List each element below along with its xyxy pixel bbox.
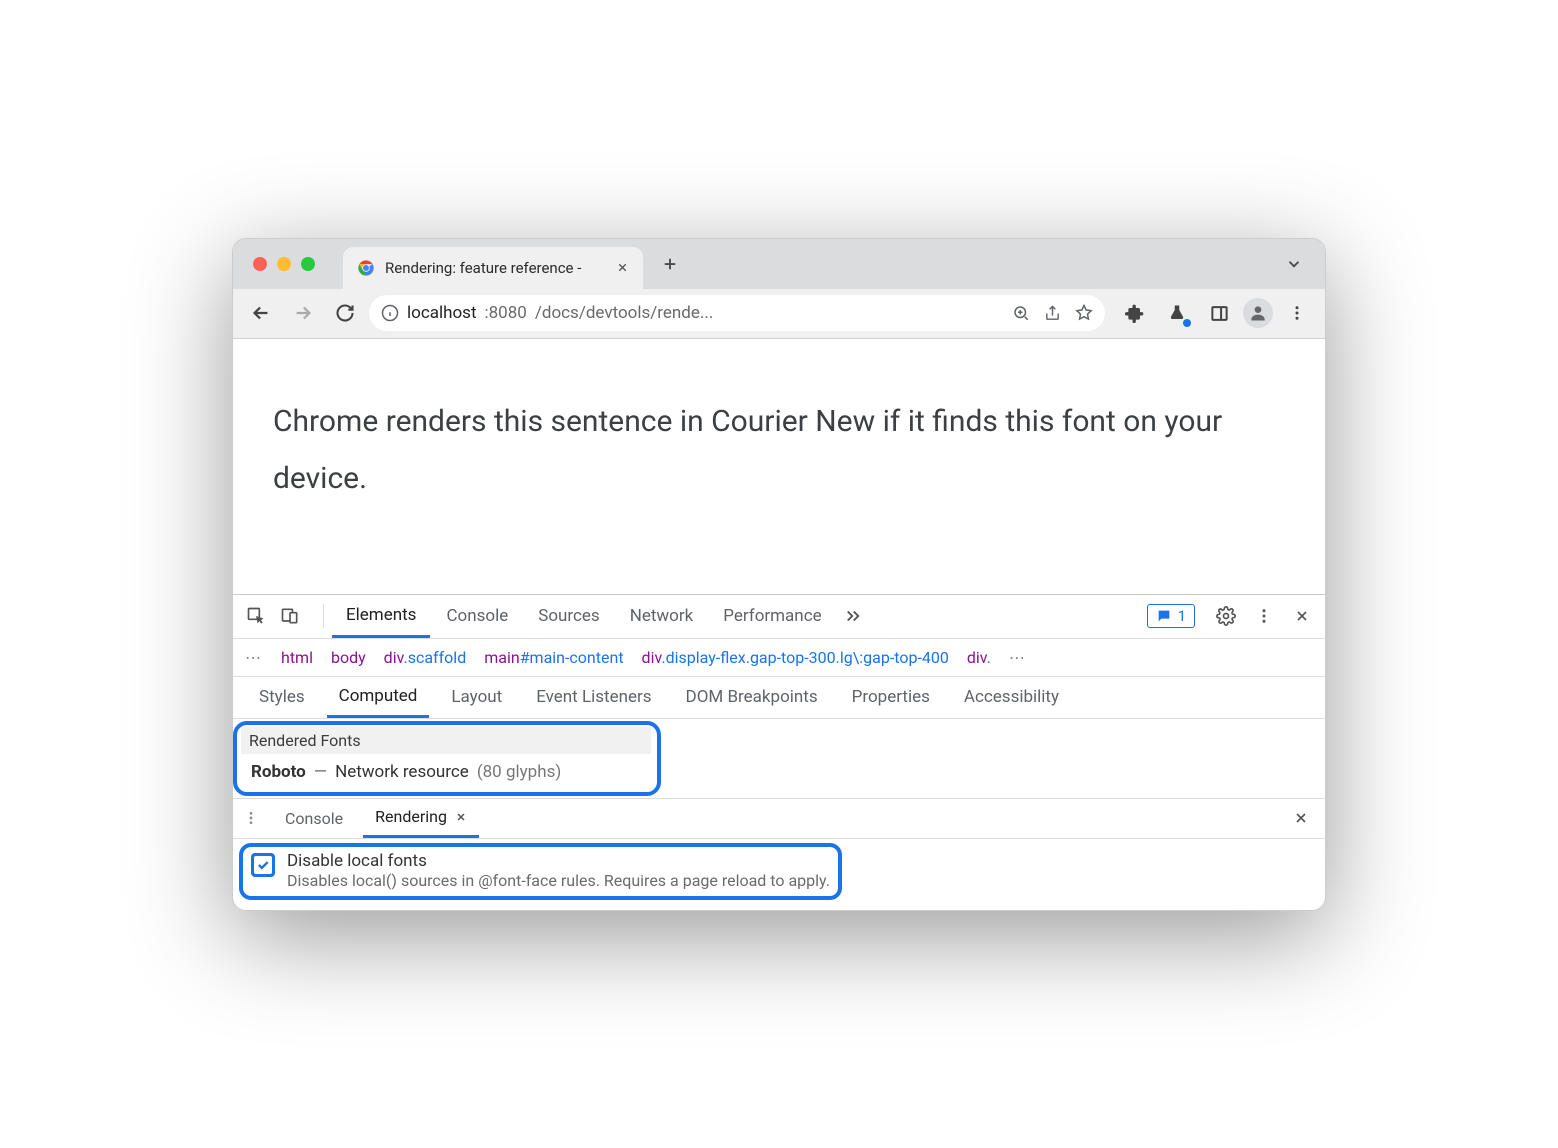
- breadcrumb-item[interactable]: main#main-content: [484, 648, 623, 667]
- more-tabs-icon[interactable]: [838, 601, 868, 631]
- close-tab-icon[interactable]: [616, 261, 629, 274]
- drawer-menu-icon[interactable]: [243, 810, 259, 826]
- browser-toolbar: localhost :8080/docs/devtools/rende...: [233, 289, 1325, 339]
- dom-breadcrumb[interactable]: ⋯ html body div.scaffold main#main-conte…: [233, 639, 1325, 677]
- rendered-fonts-section: Rendered Fonts Roboto — Network resource…: [233, 719, 1325, 799]
- labs-icon[interactable]: [1159, 295, 1195, 331]
- maximize-window-button[interactable]: [301, 257, 315, 271]
- inspect-element-icon[interactable]: [241, 601, 271, 631]
- breadcrumb-item[interactable]: div.: [967, 648, 991, 667]
- rendered-fonts-title: Rendered Fonts: [241, 727, 651, 754]
- url-host: localhost: [407, 303, 477, 323]
- tab-elements[interactable]: Elements: [332, 594, 430, 638]
- issues-badge[interactable]: 1: [1147, 604, 1195, 628]
- subtab-event-listeners[interactable]: Event Listeners: [524, 676, 663, 718]
- rendered-font-row: Roboto — Network resource (80 glyphs): [241, 754, 651, 790]
- breadcrumb-overflow-right[interactable]: ⋯: [1009, 648, 1027, 667]
- reload-button[interactable]: [327, 295, 363, 331]
- devtools-menu-icon[interactable]: [1249, 601, 1279, 631]
- breadcrumb-item[interactable]: div.display-flex.gap-top-300.lg\:gap-top…: [642, 648, 949, 667]
- drawer-close-icon[interactable]: [1293, 810, 1309, 826]
- close-drawer-tab-icon[interactable]: [455, 811, 467, 823]
- highlight-annotation: Disable local fonts Disables local() sou…: [239, 843, 842, 900]
- drawer-tab-rendering[interactable]: Rendering: [363, 798, 479, 838]
- new-tab-button[interactable]: [653, 247, 687, 281]
- close-window-button[interactable]: [253, 257, 267, 271]
- breadcrumb-item[interactable]: div.scaffold: [384, 648, 467, 667]
- address-bar[interactable]: localhost :8080/docs/devtools/rende...: [369, 295, 1105, 331]
- chrome-favicon-icon: [357, 259, 375, 277]
- breadcrumb-item[interactable]: html: [281, 648, 313, 667]
- option-title: Disable local fonts: [287, 851, 830, 871]
- subtab-dom-breakpoints[interactable]: DOM Breakpoints: [674, 676, 830, 718]
- drawer-tabs: Console Rendering: [233, 799, 1325, 839]
- breadcrumb-overflow-left[interactable]: ⋯: [245, 648, 263, 667]
- subtab-computed[interactable]: Computed: [327, 676, 430, 718]
- subtab-properties[interactable]: Properties: [840, 676, 942, 718]
- chrome-menu-icon[interactable]: [1279, 295, 1315, 331]
- side-panel-icon[interactable]: [1201, 295, 1237, 331]
- tab-console[interactable]: Console: [432, 594, 522, 638]
- subtab-accessibility[interactable]: Accessibility: [952, 676, 1071, 718]
- window-controls: [253, 257, 315, 271]
- zoom-icon[interactable]: [1012, 304, 1030, 322]
- url-port: :8080: [485, 303, 527, 323]
- bookmark-star-icon[interactable]: [1075, 304, 1093, 322]
- extensions-icon[interactable]: [1117, 295, 1153, 331]
- site-info-icon[interactable]: [381, 304, 399, 322]
- tab-strip: Rendering: feature reference -: [233, 239, 1325, 289]
- font-name: Roboto: [251, 762, 306, 782]
- browser-window: Rendering: feature reference - localhost…: [232, 238, 1326, 911]
- browser-tab[interactable]: Rendering: feature reference -: [343, 247, 643, 289]
- profile-avatar[interactable]: [1243, 298, 1273, 328]
- option-description: Disables local() sources in @font-face r…: [287, 871, 830, 890]
- back-button[interactable]: [243, 295, 279, 331]
- issues-count: 1: [1178, 607, 1186, 625]
- url-path: /docs/devtools/rende...: [535, 303, 713, 323]
- devtools-settings-icon[interactable]: [1211, 601, 1241, 631]
- drawer-tab-console[interactable]: Console: [273, 798, 355, 838]
- font-glyphs: (80 glyphs): [477, 762, 561, 782]
- minimize-window-button[interactable]: [277, 257, 291, 271]
- devtools-main-tabs: Elements Console Sources Network Perform…: [233, 595, 1325, 639]
- tab-list-chevron-icon[interactable]: [1285, 255, 1303, 273]
- forward-button[interactable]: [285, 295, 321, 331]
- tab-performance[interactable]: Performance: [709, 594, 835, 638]
- font-source: Network resource: [335, 762, 469, 782]
- tab-network[interactable]: Network: [616, 594, 708, 638]
- share-icon[interactable]: [1044, 305, 1061, 322]
- tab-sources[interactable]: Sources: [524, 594, 613, 638]
- breadcrumb-item[interactable]: body: [331, 648, 366, 667]
- drawer-tab-label: Rendering: [375, 807, 447, 826]
- highlight-annotation: Rendered Fonts Roboto — Network resource…: [233, 721, 661, 796]
- disable-local-fonts-checkbox[interactable]: [251, 853, 275, 877]
- rendering-option-row: Disable local fonts Disables local() sou…: [233, 839, 1325, 910]
- page-viewport: Chrome renders this sentence in Courier …: [233, 339, 1325, 594]
- device-toolbar-icon[interactable]: [275, 601, 305, 631]
- tab-title: Rendering: feature reference -: [385, 259, 606, 277]
- devtools-close-icon[interactable]: [1287, 601, 1317, 631]
- subtab-styles[interactable]: Styles: [247, 676, 317, 718]
- subtab-layout[interactable]: Layout: [439, 676, 514, 718]
- page-sentence: Chrome renders this sentence in Courier …: [273, 393, 1285, 507]
- elements-subtabs: Styles Computed Layout Event Listeners D…: [233, 677, 1325, 719]
- devtools-panel: Elements Console Sources Network Perform…: [233, 594, 1325, 910]
